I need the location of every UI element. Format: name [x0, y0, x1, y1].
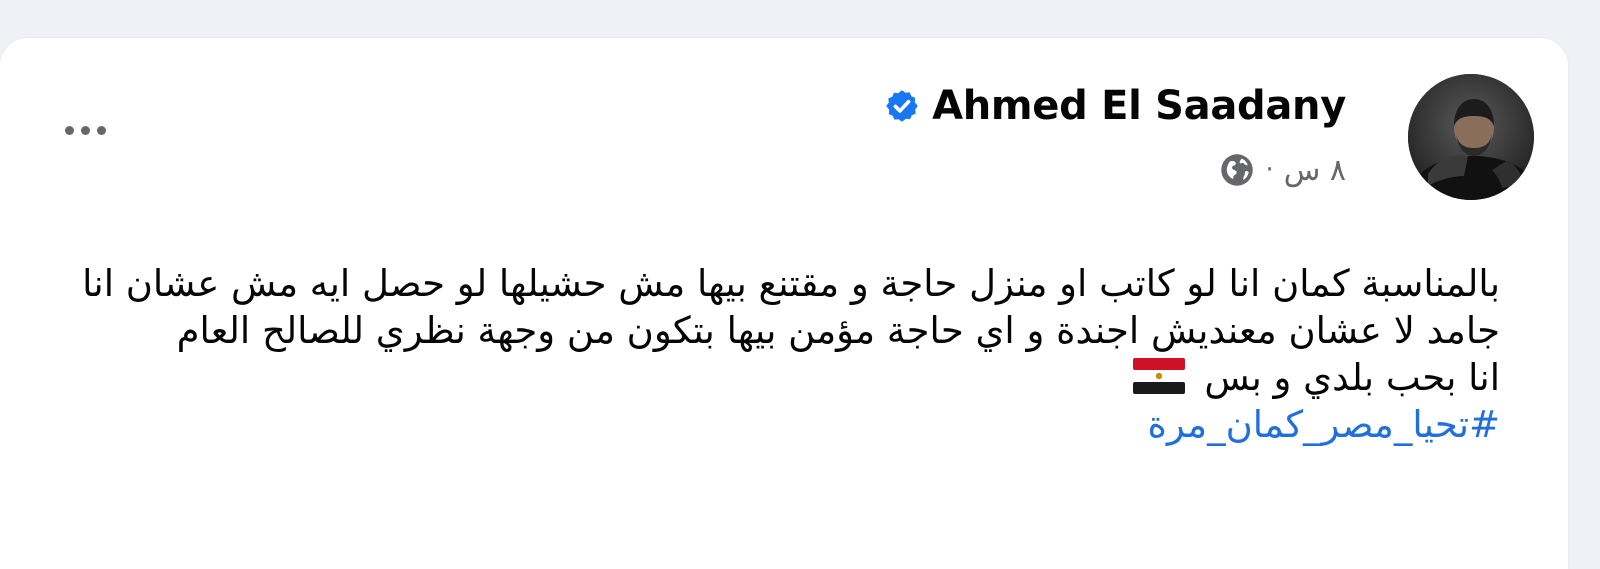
- more-options-icon-dot: [80, 125, 90, 135]
- meta-separator: ·: [1265, 155, 1274, 185]
- avatar-image: [1408, 74, 1534, 200]
- post-paragraph: بالمناسبة كمان انا لو كاتب او منزل حاجة …: [82, 262, 1500, 352]
- post-line: انا بحب بلدي و بس: [1204, 356, 1500, 399]
- egypt-flag-icon: [1132, 358, 1185, 394]
- author-name-link[interactable]: Ahmed El Saadany: [932, 83, 1346, 129]
- globe-icon[interactable]: [1219, 152, 1255, 188]
- post-text: بالمناسبة كمان انا لو كاتب او منزل حاجة …: [10, 260, 1500, 448]
- more-options-button[interactable]: [50, 108, 120, 152]
- post-timestamp[interactable]: ٨ س: [1284, 153, 1346, 188]
- verified-badge-icon: [886, 90, 918, 122]
- author-avatar[interactable]: [1408, 74, 1534, 200]
- more-options-icon-dot: [96, 125, 106, 135]
- hashtag-link[interactable]: #تحيا_مصر_كمان_مرة: [1147, 403, 1500, 446]
- post-author-row: Ahmed El Saadany: [884, 82, 1346, 130]
- post-card: Ahmed El Saadany · ٨ س بالمناسبة كمان ان…: [0, 38, 1568, 569]
- post-meta-row: · ٨ س: [1219, 148, 1346, 192]
- more-options-icon: [64, 125, 74, 135]
- hashtag-paragraph: #تحيا_مصر_كمان_مرة: [10, 401, 1500, 448]
- post-paragraph-flag-line: انا بحب بلدي و بس: [10, 354, 1500, 401]
